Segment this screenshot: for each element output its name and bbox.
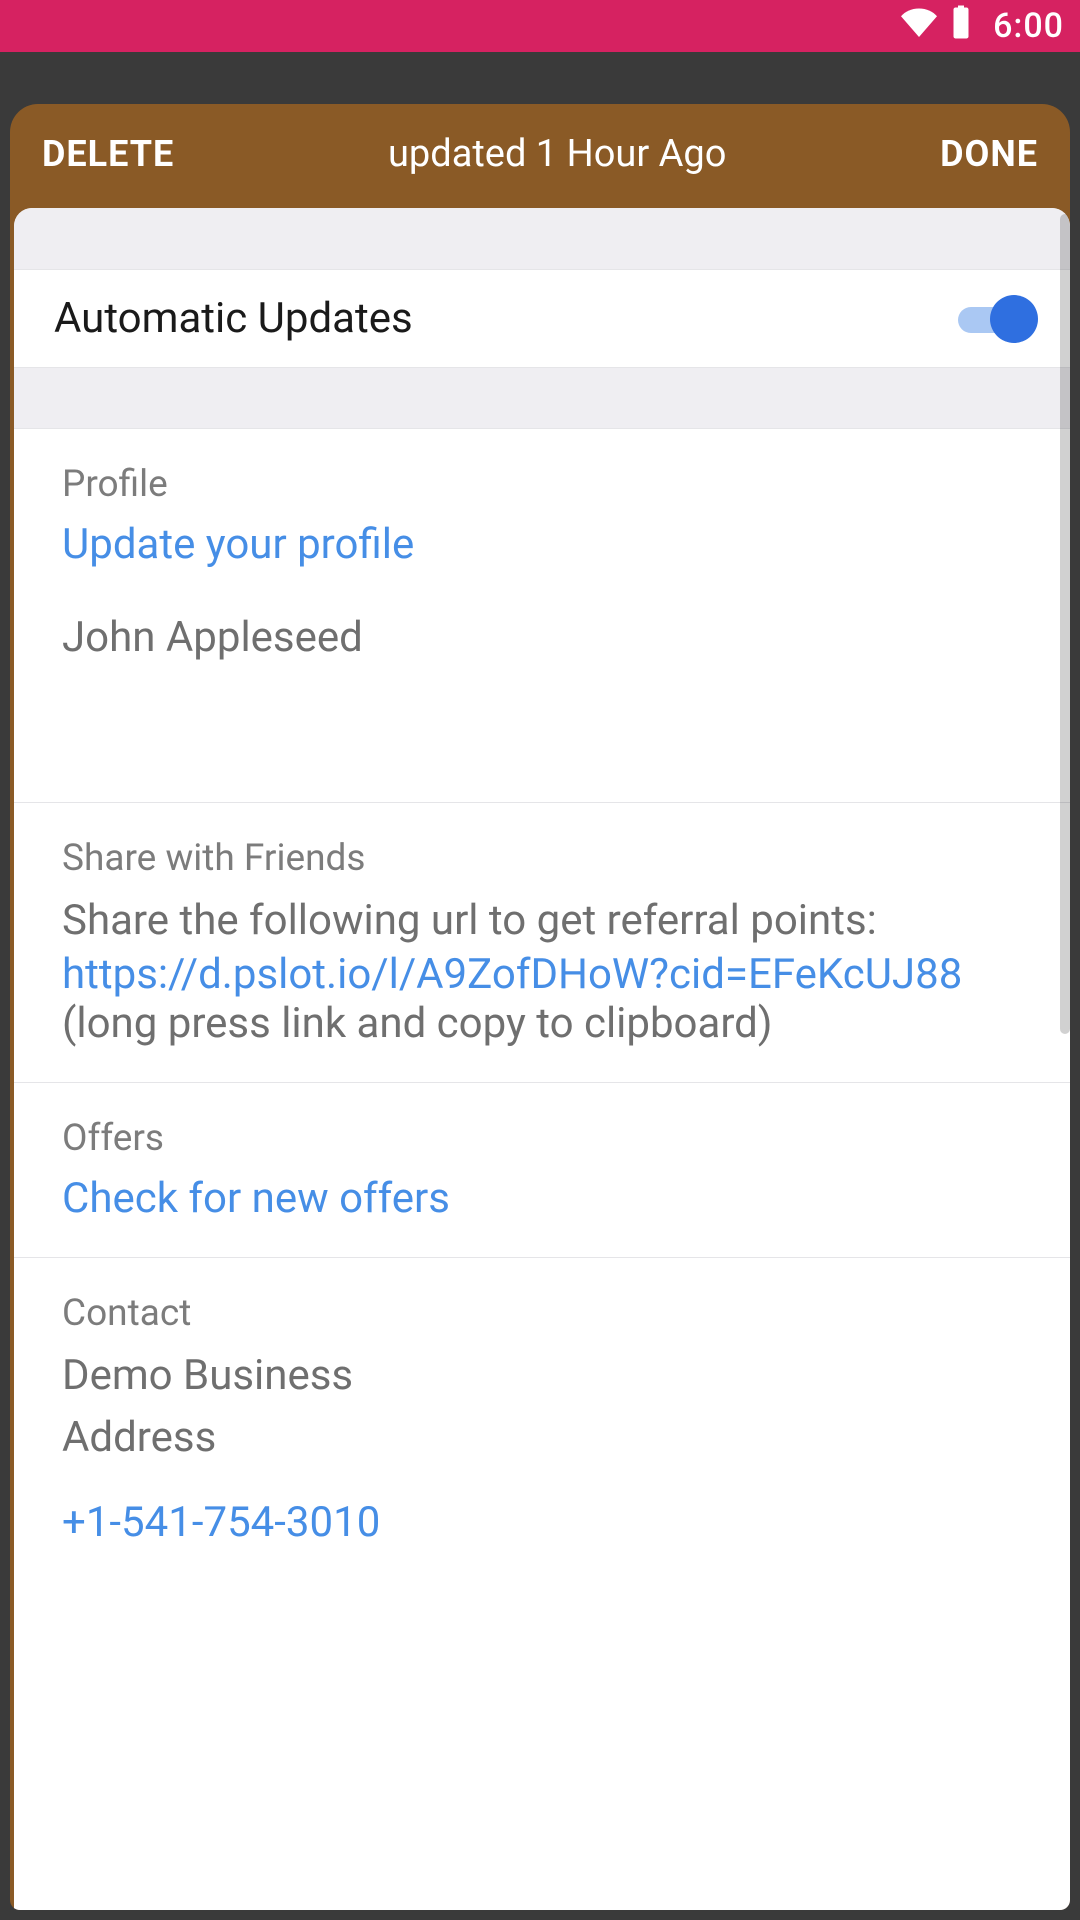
automatic-updates-label: Automatic Updates (54, 294, 413, 343)
toolbar: DELETE updated 1 Hour Ago DONE (10, 104, 1070, 204)
offers-link[interactable]: Check for new offers (62, 1174, 1022, 1223)
contact-section: Contact Demo Business Address +1-541-754… (14, 1258, 1070, 1582)
share-hint: (long press link and copy to clipboard) (62, 999, 1022, 1048)
offers-section: Offers Check for new offers (14, 1083, 1070, 1257)
wifi-icon (901, 4, 937, 49)
profile-section: Profile Update your profile John Applese… (14, 429, 1070, 802)
scrollbar[interactable] (1060, 214, 1070, 1034)
status-time: 6:00 (993, 6, 1064, 46)
share-lead: Share the following url to get referral … (62, 894, 1022, 948)
battery-icon (943, 4, 979, 49)
offers-header: Offers (62, 1117, 1022, 1160)
contact-business: Demo Business (62, 1349, 1022, 1403)
share-url-link[interactable]: https://d.pslot.io/l/A9ZofDHoW?cid=EFeKc… (62, 950, 1022, 999)
toolbar-title: updated 1 Hour Ago (388, 132, 726, 176)
contact-address: Address (62, 1411, 1022, 1465)
toggle-thumb (990, 295, 1038, 343)
status-bar: 6:00 (0, 0, 1080, 52)
contact-phone-link[interactable]: +1-541-754-3010 (62, 1498, 1022, 1547)
section-gap (14, 208, 1070, 270)
update-profile-link[interactable]: Update your profile (62, 520, 1022, 569)
done-button[interactable]: DONE (940, 133, 1038, 175)
section-gap (14, 367, 1070, 429)
contact-header: Contact (62, 1292, 1022, 1335)
app-bar-backdrop (0, 52, 1080, 104)
delete-button[interactable]: DELETE (42, 133, 174, 175)
settings-sheet: DELETE updated 1 Hour Ago DONE Automatic… (10, 104, 1070, 1910)
automatic-updates-row[interactable]: Automatic Updates (14, 270, 1070, 367)
share-header: Share with Friends (62, 837, 1022, 880)
share-section: Share with Friends Share the following u… (14, 803, 1070, 1082)
profile-name: John Appleseed (62, 613, 1022, 662)
profile-header: Profile (62, 463, 1022, 506)
automatic-updates-toggle[interactable] (958, 295, 1038, 343)
content-scroll[interactable]: Automatic Updates Profile Update your pr… (14, 208, 1070, 1910)
